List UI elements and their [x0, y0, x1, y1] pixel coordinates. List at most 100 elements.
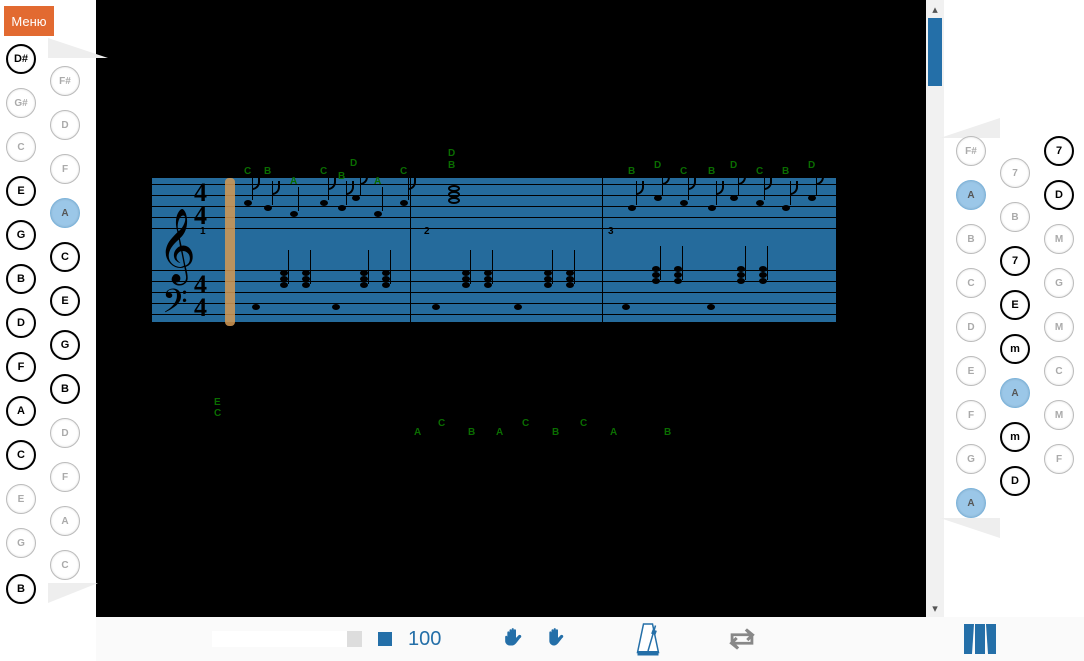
- note-label: D: [350, 158, 357, 169]
- right-key-E0r[interactable]: E: [956, 356, 986, 386]
- left-key-D2[interactable]: D: [50, 418, 80, 448]
- scroll-up-arrow[interactable]: ▴: [926, 0, 944, 18]
- right-button-panel: F# A B C D E F G A 7 D 7 E m A m D 7 B G…: [948, 118, 1084, 548]
- note-label: D: [448, 148, 455, 159]
- left-key-E0[interactable]: E: [6, 176, 36, 206]
- left-hand-button[interactable]: [503, 626, 529, 652]
- left-key-E1[interactable]: E: [50, 286, 80, 316]
- timesig-treble-den: 4: [194, 205, 207, 227]
- left-key-G1[interactable]: G: [50, 330, 80, 360]
- left-key-C3[interactable]: C: [50, 550, 80, 580]
- right-key-G0r[interactable]: G: [956, 444, 986, 474]
- right-key-C0r[interactable]: C: [956, 268, 986, 298]
- right-key-B0r[interactable]: B: [956, 224, 986, 254]
- note-label: C: [756, 166, 763, 177]
- tempo-slider[interactable]: [212, 631, 362, 647]
- loose-note-label: A: [414, 427, 421, 438]
- left-key-E2[interactable]: E: [6, 484, 36, 514]
- left-key-B0[interactable]: B: [6, 264, 36, 294]
- left-key-C0[interactable]: C: [6, 132, 36, 162]
- note-label: B: [264, 166, 271, 177]
- left-key-B1[interactable]: B: [50, 374, 80, 404]
- right-chord-Asel[interactable]: A: [1000, 378, 1030, 408]
- note-label: D: [730, 160, 737, 171]
- right-out-C[interactable]: C: [1044, 356, 1074, 386]
- note-label: C: [320, 166, 327, 177]
- loose-note-label: C: [580, 418, 587, 429]
- left-key-C2[interactable]: C: [6, 440, 36, 470]
- loose-note-label: C: [522, 418, 529, 429]
- note-label: A: [374, 176, 381, 187]
- left-key-Dsharp[interactable]: D#: [6, 44, 36, 74]
- right-chord-D[interactable]: D: [1044, 180, 1074, 210]
- left-key-G0[interactable]: G: [6, 220, 36, 250]
- score-scrollbar[interactable]: ▴ ▾: [926, 0, 944, 617]
- note-label: D: [654, 160, 661, 171]
- right-chord-7a[interactable]: 7: [1044, 136, 1074, 166]
- left-key-D[interactable]: D: [50, 110, 80, 140]
- left-key-F0[interactable]: F: [50, 154, 80, 184]
- note-label: B: [338, 171, 345, 182]
- right-out-7[interactable]: 7: [1000, 158, 1030, 188]
- note-label: B: [628, 166, 635, 177]
- note-label: C: [680, 166, 687, 177]
- right-out-M3[interactable]: M: [1044, 400, 1074, 430]
- tempo-value: 100: [408, 628, 441, 651]
- left-button-panel: D# F# G# D C F E A G C B E D G F B A D C…: [0, 38, 98, 613]
- right-out-M2[interactable]: M: [1044, 312, 1074, 342]
- tempo-indicator: [378, 632, 392, 646]
- note-label: D: [808, 160, 815, 171]
- right-out-F[interactable]: F: [1044, 444, 1074, 474]
- right-out-B[interactable]: B: [1000, 202, 1030, 232]
- right-key-A1r[interactable]: A: [956, 488, 986, 518]
- left-key-Gsharp[interactable]: G#: [6, 88, 36, 118]
- app-root: Меню D# F# G# D C F E A G C B E D G F B …: [0, 0, 1084, 661]
- right-key-Fsharp[interactable]: F#: [956, 136, 986, 166]
- left-key-C1[interactable]: C: [50, 242, 80, 272]
- loop-button[interactable]: [725, 622, 759, 656]
- left-key-D1[interactable]: D: [6, 308, 36, 338]
- right-chord-E[interactable]: E: [1000, 290, 1030, 320]
- note-label: A: [290, 176, 297, 187]
- left-key-F1[interactable]: F: [6, 352, 36, 382]
- measure-number-1: 1: [200, 226, 206, 237]
- right-hand-button[interactable]: [545, 626, 571, 652]
- left-key-Fsharp[interactable]: F#: [50, 66, 80, 96]
- right-key-F0r[interactable]: F: [956, 400, 986, 430]
- menu-button[interactable]: Меню: [4, 6, 54, 36]
- loose-note-label: B: [552, 427, 559, 438]
- right-chord-D2[interactable]: D: [1000, 466, 1030, 496]
- timesig-bass-den: 4: [194, 297, 207, 319]
- loose-note-label: B: [468, 427, 475, 438]
- left-key-A2[interactable]: A: [50, 506, 80, 536]
- loose-note-label: C: [438, 418, 445, 429]
- metronome-button[interactable]: [633, 621, 663, 657]
- left-key-A-sel[interactable]: A: [50, 198, 80, 228]
- loose-note-label: E: [214, 397, 221, 408]
- right-out-M1[interactable]: M: [1044, 224, 1074, 254]
- left-key-B2[interactable]: B: [6, 574, 36, 604]
- loose-note-label: B: [664, 427, 671, 438]
- left-key-A1[interactable]: A: [6, 396, 36, 426]
- bottom-toolbar: 100: [96, 617, 1084, 661]
- loose-note-label: C: [214, 408, 221, 419]
- staff-system[interactable]: 𝄞 𝄢 4 4 4 4 1 2 3: [151, 177, 837, 323]
- view-mode-button[interactable]: [962, 622, 998, 656]
- score-viewport: 𝄞 𝄢 4 4 4 4 1 2 3: [96, 0, 944, 617]
- scroll-down-arrow[interactable]: ▾: [926, 599, 944, 617]
- right-out-G[interactable]: G: [1044, 268, 1074, 298]
- loose-note-label: A: [610, 427, 617, 438]
- right-chord-m1[interactable]: m: [1000, 334, 1030, 364]
- right-key-D0r[interactable]: D: [956, 312, 986, 342]
- measure-number-3: 3: [608, 226, 614, 237]
- playback-cursor[interactable]: [225, 178, 235, 326]
- left-key-F2[interactable]: F: [50, 462, 80, 492]
- bass-clef: 𝄢: [162, 290, 188, 322]
- right-chord-7b[interactable]: 7: [1000, 246, 1030, 276]
- right-chord-m2[interactable]: m: [1000, 422, 1030, 452]
- note-label: B: [782, 166, 789, 177]
- note-label: C: [244, 166, 251, 177]
- left-key-G2[interactable]: G: [6, 528, 36, 558]
- right-key-A0[interactable]: A: [956, 180, 986, 210]
- scroll-thumb[interactable]: [928, 18, 942, 86]
